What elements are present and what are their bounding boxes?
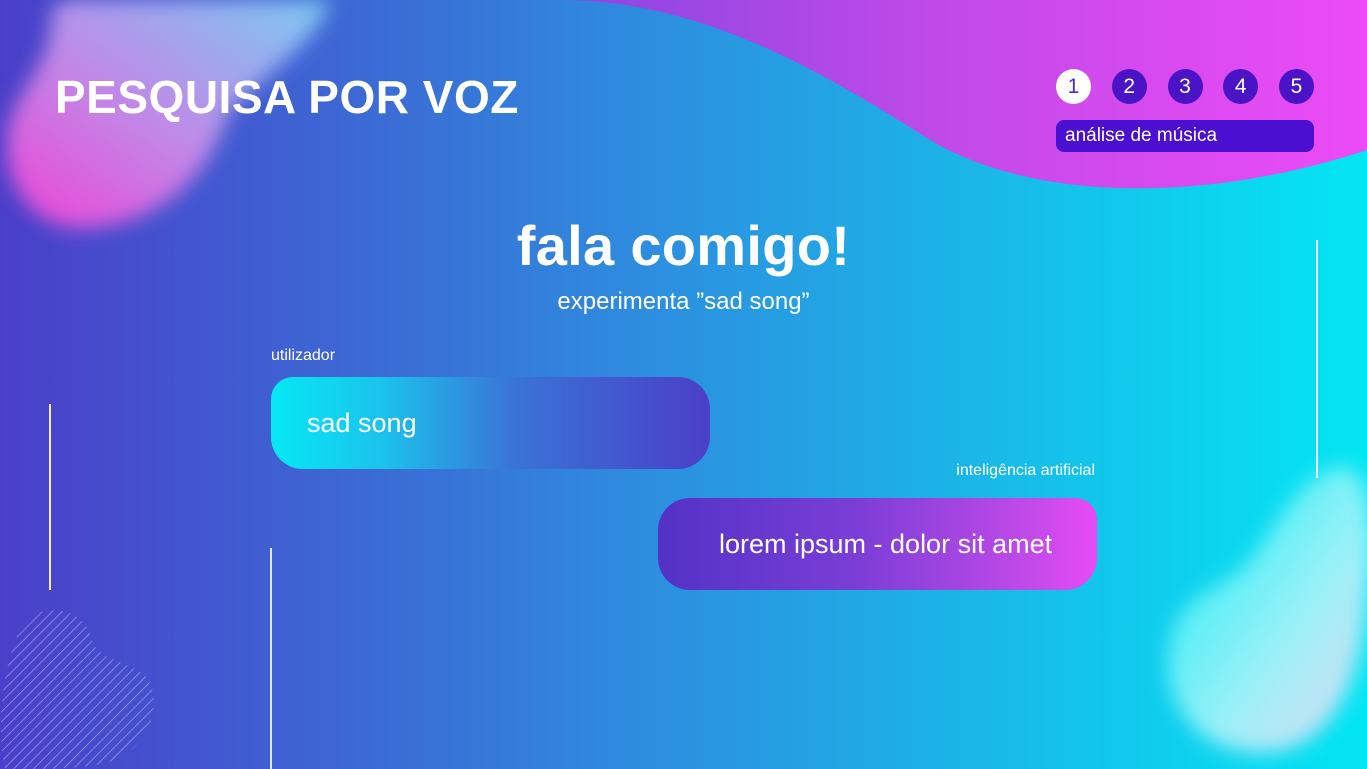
step-4[interactable]: 4 bbox=[1223, 69, 1259, 104]
hint-text: experimenta ”sad song” bbox=[557, 288, 810, 315]
step-1[interactable]: 1 bbox=[1056, 69, 1091, 104]
bottom-left-hatched-shape bbox=[0, 610, 154, 769]
step-5[interactable]: 5 bbox=[1279, 69, 1314, 104]
user-speaker-label: utilizador bbox=[271, 347, 336, 364]
user-message-text: sad song bbox=[307, 407, 417, 438]
step-3[interactable]: 3 bbox=[1167, 69, 1203, 104]
step-indicator: 1 2 3 4 5 bbox=[1056, 69, 1314, 104]
bottom-right-blob bbox=[1167, 466, 1367, 753]
headline: fala comigo! bbox=[516, 214, 851, 277]
voice-search-screen: PESQUISA POR VOZ 1 2 3 4 5 análise de mú… bbox=[0, 0, 1367, 769]
step-2[interactable]: 2 bbox=[1111, 69, 1147, 104]
user-message-bubble: sad song bbox=[271, 377, 710, 469]
ai-speaker-label: inteligência artificial bbox=[956, 462, 1095, 479]
current-step-label: análise de música bbox=[1056, 120, 1314, 152]
page-title: PESQUISA POR VOZ bbox=[55, 71, 519, 123]
ai-message-bubble: lorem ipsum - dolor sit amet bbox=[658, 498, 1097, 590]
ai-message-text: lorem ipsum - dolor sit amet bbox=[719, 528, 1053, 559]
